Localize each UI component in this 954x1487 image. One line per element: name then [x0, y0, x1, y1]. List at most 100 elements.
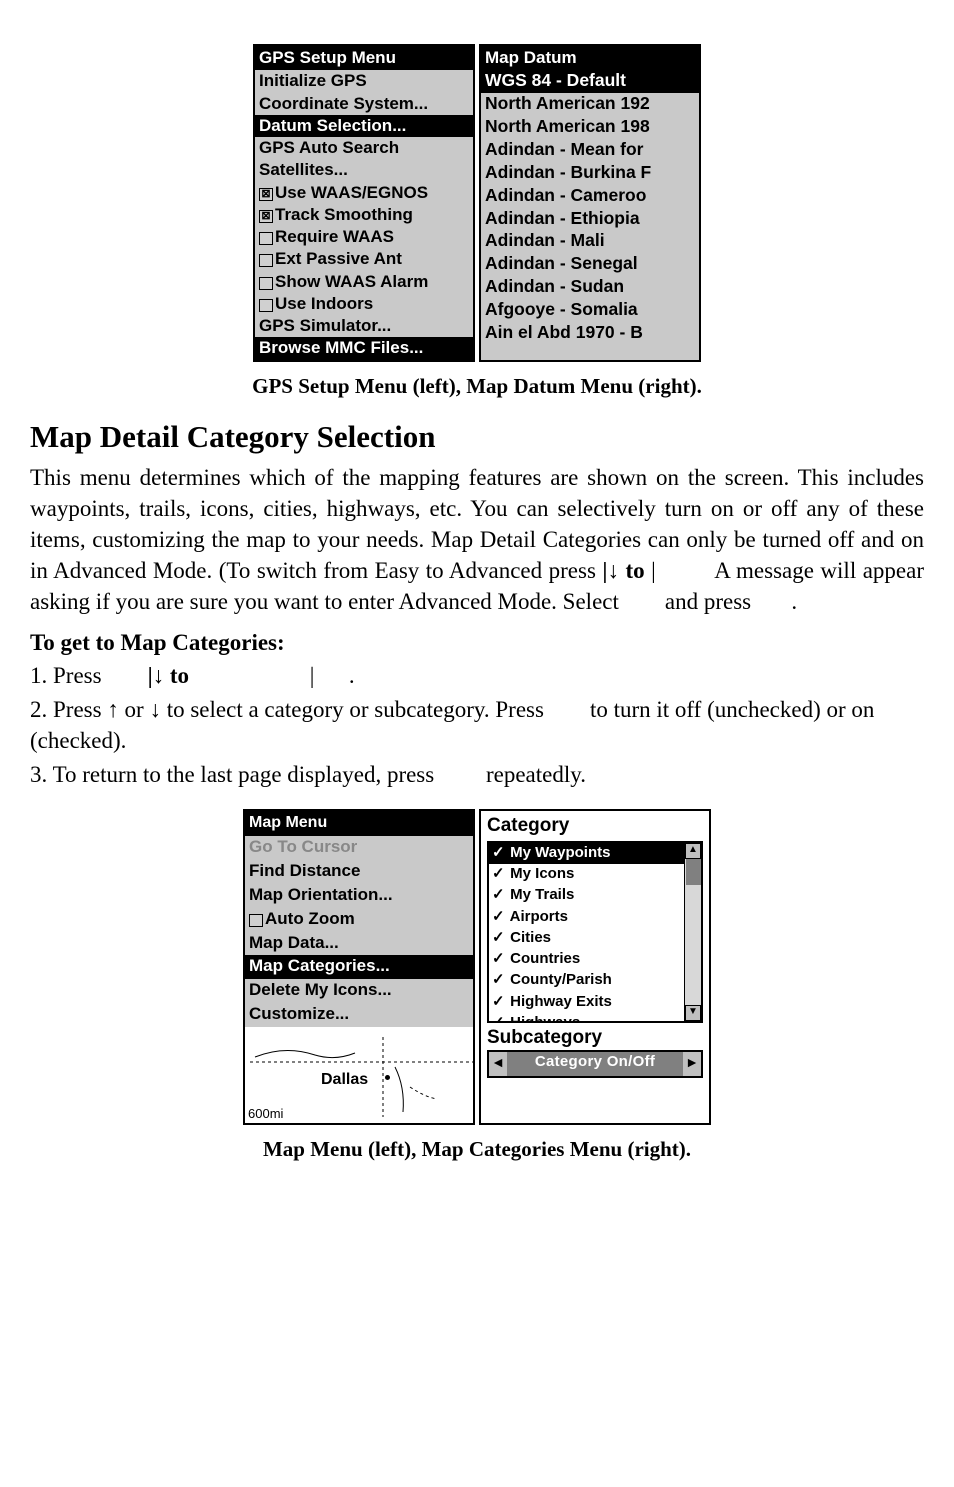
menu-item-label: Satellites... — [259, 160, 348, 179]
figure-1: GPS Setup Menu Initialize GPS Coordinate … — [30, 40, 924, 400]
category-heading: Category — [481, 811, 709, 841]
category-item[interactable]: ✓ My Icons — [489, 864, 685, 885]
datum-item[interactable]: Adindan - Senegal — [481, 253, 699, 276]
menu-item-label: GPS Auto Search — [259, 138, 399, 157]
menu-item-label: Find Distance — [249, 861, 360, 880]
category-item[interactable]: ✓ Airports — [489, 907, 685, 928]
menu-item[interactable]: Map Data... — [245, 932, 473, 956]
map-preview: Dallas 600mi — [245, 1027, 473, 1123]
menu-item-label: Use Indoors — [275, 294, 373, 313]
menu-item[interactable]: Show WAAS Alarm — [255, 271, 473, 293]
menu-item-label: Use WAAS/EGNOS — [275, 183, 428, 202]
category-item-label: Highway Exits — [506, 993, 612, 1010]
scroll-down-icon[interactable]: ▼ — [685, 1005, 701, 1021]
menu-item-label: Delete My Icons... — [249, 980, 392, 999]
map-city-label: Dallas — [321, 1069, 368, 1091]
menu-item[interactable]: Find Distance — [245, 860, 473, 884]
menu-item[interactable]: Coordinate System... — [255, 93, 473, 115]
datum-item[interactable]: Ain el Abd 1970 - B — [481, 322, 699, 345]
gps-setup-header: GPS Setup Menu — [255, 46, 473, 70]
datum-item[interactable]: North American 192 — [481, 93, 699, 116]
menu-item[interactable]: Initialize GPS — [255, 70, 473, 92]
category-item-label: Airports — [506, 908, 568, 925]
gps-setup-panel: GPS Setup Menu Initialize GPS Coordinate … — [253, 44, 475, 362]
menu-item[interactable]: GPS Auto Search — [255, 137, 473, 159]
checkbox-icon[interactable]: ⊠ — [259, 210, 273, 223]
datum-item[interactable]: Adindan - Sudan — [481, 276, 699, 299]
subcategory-prev-icon[interactable]: ◄ — [489, 1052, 507, 1076]
category-item[interactable]: ✓ My Waypoints — [489, 843, 685, 864]
menu-item[interactable]: Browse MMC Files... — [255, 337, 473, 359]
checkbox-icon[interactable]: ⊠ — [259, 188, 273, 201]
category-item-label: County/Parish — [506, 971, 612, 988]
menu-item[interactable]: Satellites... — [255, 159, 473, 181]
menu-item-label: Browse MMC Files... — [259, 338, 423, 357]
category-item[interactable]: ✓ Highways — [489, 1013, 685, 1023]
menu-item[interactable]: Require WAAS — [255, 226, 473, 248]
menu-item-label: Map Categories... — [249, 956, 390, 975]
menu-item[interactable]: Map Categories... — [245, 955, 473, 979]
check-icon: ✓ — [492, 970, 506, 990]
category-scrollbar[interactable]: ▲ ▼ — [684, 843, 701, 1021]
map-categories-panel: Category ✓ My Waypoints✓ My Icons✓ My Tr… — [479, 809, 711, 1125]
datum-item[interactable]: Adindan - Burkina F — [481, 162, 699, 185]
check-icon: ✓ — [492, 949, 506, 969]
menu-item[interactable]: Delete My Icons... — [245, 979, 473, 1003]
category-item-label: Cities — [506, 929, 551, 946]
menu-item[interactable]: Map Orientation... — [245, 884, 473, 908]
menu-item[interactable]: Ext Passive Ant — [255, 248, 473, 270]
menu-item-label: Show WAAS Alarm — [275, 272, 428, 291]
subcategory-heading: Subcategory — [481, 1023, 709, 1051]
menu-item[interactable]: Customize... — [245, 1003, 473, 1027]
menu-item-label: Coordinate System... — [259, 94, 428, 113]
datum-item[interactable]: Adindan - Ethiopia — [481, 208, 699, 231]
checkbox-icon[interactable] — [249, 914, 263, 927]
category-item-label: My Trails — [506, 886, 574, 903]
checkbox-icon[interactable] — [259, 254, 273, 267]
menu-item[interactable]: ⊠Track Smoothing — [255, 204, 473, 226]
check-icon: ✓ — [492, 843, 506, 863]
checkbox-icon[interactable] — [259, 232, 273, 245]
menu-item[interactable]: ⊠Use WAAS/EGNOS — [255, 182, 473, 204]
menu-item[interactable]: Datum Selection... — [255, 115, 473, 137]
datum-item[interactable]: WGS 84 - Default — [481, 70, 699, 93]
scroll-up-icon[interactable]: ▲ — [685, 843, 701, 859]
category-item[interactable]: ✓ Countries — [489, 949, 685, 970]
datum-item[interactable]: North American 198 — [481, 116, 699, 139]
section-heading: Map Detail Category Selection — [30, 416, 924, 458]
menu-item-label: Initialize GPS — [259, 71, 367, 90]
check-icon: ✓ — [492, 992, 506, 1012]
scroll-thumb[interactable] — [686, 859, 701, 885]
menu-item[interactable]: Auto Zoom — [245, 908, 473, 932]
map-datum-panel: Map Datum WGS 84 - DefaultNorth American… — [479, 44, 701, 362]
checkbox-icon[interactable] — [259, 299, 273, 312]
menu-item-label: Track Smoothing — [275, 205, 413, 224]
menu-item-label: Map Orientation... — [249, 885, 393, 904]
menu-item-label: Customize... — [249, 1004, 349, 1023]
category-item[interactable]: ✓ Cities — [489, 928, 685, 949]
subcategory-selector[interactable]: ◄ Category On/Off ► — [487, 1050, 703, 1078]
datum-item[interactable]: Afgooye - Somalia — [481, 299, 699, 322]
step-2: 2. Press ↑ or ↓ to select a category or … — [30, 694, 924, 756]
menu-item[interactable]: GPS Simulator... — [255, 315, 473, 337]
step-1: 1. Press |↓ to | . — [30, 660, 924, 691]
datum-item[interactable]: Adindan - Cameroo — [481, 185, 699, 208]
category-item[interactable]: ✓ Highway Exits — [489, 992, 685, 1013]
menu-item-label: Auto Zoom — [265, 909, 355, 928]
checkbox-icon[interactable] — [259, 277, 273, 290]
datum-item[interactable]: Adindan - Mali — [481, 230, 699, 253]
check-icon: ✓ — [492, 885, 506, 905]
menu-item-label: Go To Cursor — [249, 837, 357, 856]
figure-2: Map Menu Go To CursorFind DistanceMap Or… — [30, 804, 924, 1163]
map-datum-header: Map Datum — [481, 46, 699, 70]
datum-item[interactable]: Adindan - Mean for — [481, 139, 699, 162]
figure-2-caption: Map Menu (left), Map Categories Menu (ri… — [30, 1135, 924, 1163]
category-item[interactable]: ✓ County/Parish — [489, 970, 685, 991]
menu-item[interactable]: Go To Cursor — [245, 836, 473, 860]
check-icon: ✓ — [492, 907, 506, 927]
category-item[interactable]: ✓ My Trails — [489, 885, 685, 906]
map-menu-panel: Map Menu Go To CursorFind DistanceMap Or… — [243, 809, 475, 1125]
menu-item[interactable]: Use Indoors — [255, 293, 473, 315]
subcategory-next-icon[interactable]: ► — [683, 1052, 701, 1076]
category-list[interactable]: ✓ My Waypoints✓ My Icons✓ My Trails✓ Air… — [487, 841, 703, 1023]
